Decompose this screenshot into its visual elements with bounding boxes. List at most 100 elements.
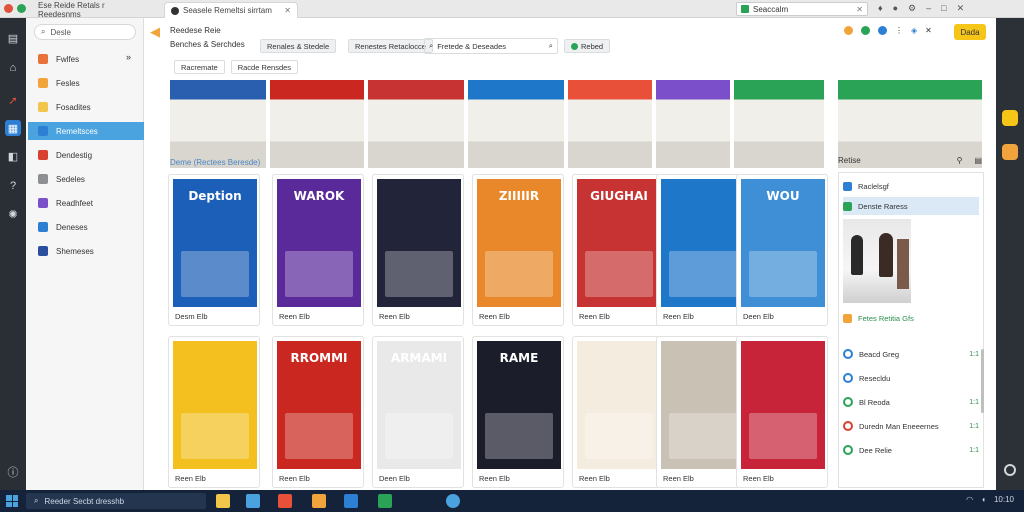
product-card[interactable]: ARMAMI Deen Elb	[372, 336, 464, 488]
close-icon[interactable]: ✕	[856, 5, 863, 14]
panel-list-item[interactable]: Resecldu	[843, 369, 979, 387]
panel-list-label: Beacd Greg	[859, 349, 900, 359]
wifi-icon[interactable]: ◠	[966, 495, 973, 504]
filter-button-2[interactable]: Renestes Retaclocce	[348, 39, 433, 53]
panel-item-1[interactable]: Raclelsgf	[843, 177, 979, 195]
taskbar-app-icon[interactable]	[278, 494, 292, 508]
taskbar-edge-icon[interactable]	[446, 494, 460, 508]
home-icon[interactable]: ⌂	[5, 60, 21, 76]
product-card[interactable]: WAROK Reen Elb	[272, 174, 364, 326]
product-card[interactable]: Reen Elb	[736, 336, 828, 488]
sidebar-item-4[interactable]: Dendestig	[28, 146, 144, 164]
store-thumbnail[interactable]	[568, 80, 652, 168]
online-icon[interactable]	[861, 26, 870, 35]
taskbar-store-icon[interactable]	[312, 494, 326, 508]
sun-icon[interactable]	[1002, 110, 1018, 126]
filter-button-1[interactable]: Renales & Stedele	[260, 39, 337, 53]
product-card[interactable]: ZIIIIIR Reen Elb	[472, 174, 564, 326]
panel-highlight[interactable]: Fetes Retitia Gfs	[843, 309, 979, 327]
pin-icon[interactable]: ⚲	[957, 156, 963, 165]
primary-action-button[interactable]: Dada	[954, 24, 986, 40]
bookmark-icon[interactable]: ◈	[911, 26, 917, 35]
sidebar-item-0[interactable]: Fwlfes	[28, 50, 144, 68]
product-card[interactable]: RAME Reen Elb	[472, 336, 564, 488]
store-thumbnail[interactable]	[270, 80, 364, 168]
store-thumbnail[interactable]	[468, 80, 564, 168]
check-icon[interactable]	[843, 373, 853, 383]
share-icon[interactable]	[878, 26, 887, 35]
help-icon[interactable]: ?	[5, 178, 21, 194]
store-thumbnail[interactable]	[734, 80, 824, 168]
panel-item-2[interactable]: Denste Raress	[843, 197, 979, 215]
panel-list-item[interactable]: Beacd Greg 1:1	[843, 345, 979, 363]
product-card[interactable]: GIUGHAI Reen Elb	[572, 174, 664, 326]
status-badge[interactable]: Rebed	[564, 39, 611, 53]
close-tab-icon[interactable]: ✕	[284, 6, 291, 15]
doc-icon[interactable]: ▤	[974, 156, 982, 165]
chip-2[interactable]: Racde Rensdes	[230, 60, 299, 74]
store-thumbnail[interactable]	[170, 80, 266, 168]
rocket-icon[interactable]: ➚	[5, 92, 21, 108]
sidebar-item-8[interactable]: Shemeses	[28, 242, 144, 260]
tab-2[interactable]: Seasele Remeltsi sirrtam ✕	[164, 2, 298, 18]
check-icon[interactable]	[843, 349, 853, 359]
settings-icon[interactable]: ⚙	[908, 3, 916, 14]
minimize-button[interactable]: –	[926, 3, 931, 14]
product-card[interactable]: WOU Deen Elb	[736, 174, 828, 326]
sidebar-item-2[interactable]: Fosadites	[28, 98, 144, 116]
volume-icon[interactable]: ◖	[981, 495, 986, 504]
tab-1[interactable]: Ese Reide Retals r Reedesnms	[32, 1, 152, 19]
check-icon[interactable]	[843, 445, 853, 455]
breadcrumb: Reedese Reie	[170, 26, 221, 35]
bell-icon[interactable]: ♦	[878, 3, 883, 14]
window-close-button[interactable]: ✕	[957, 3, 965, 14]
sidebar-item-7[interactable]: Deneses	[28, 218, 144, 236]
panel-list-item[interactable]: Bl Reoda 1:1	[843, 393, 979, 411]
taskbar-mail-icon[interactable]	[344, 494, 358, 508]
home-panel-icon[interactable]: ▤	[5, 30, 21, 46]
check-icon[interactable]	[843, 397, 853, 407]
menu-icon[interactable]: ⋮	[895, 26, 903, 35]
product-card[interactable]: Reen Elb	[572, 336, 664, 488]
start-button[interactable]	[6, 495, 18, 507]
taskbar-search[interactable]: ⌕ Reeder Secbt dresshb	[26, 493, 206, 509]
clock[interactable]: 10:10	[994, 495, 1014, 504]
back-icon[interactable]: ◀	[150, 24, 160, 40]
chart-icon[interactable]: ▦	[5, 120, 21, 136]
product-card[interactable]: RROMMI Reen Elb	[272, 336, 364, 488]
taskbar-browser-icon[interactable]	[246, 494, 260, 508]
chip-1[interactable]: Racremate	[174, 60, 225, 74]
product-card[interactable]: Reen Elb	[168, 336, 260, 488]
maximize-button[interactable]: □	[941, 3, 946, 14]
store-thumbnail[interactable]	[368, 80, 464, 168]
panel-scrollbar[interactable]	[981, 349, 984, 413]
alert-icon[interactable]	[1002, 144, 1018, 160]
layers-icon[interactable]: ◧	[5, 148, 21, 164]
sidebar-item-3[interactable]: Remeltsces	[28, 122, 144, 140]
info-icon[interactable]: ⓘ	[5, 464, 21, 480]
product-illustration	[385, 251, 453, 297]
product-card[interactable]: Reen Elb	[656, 336, 748, 488]
taskbar-explorer-icon[interactable]	[216, 494, 230, 508]
taskbar-sheets-icon[interactable]	[378, 494, 392, 508]
panel-list-item[interactable]: Duredn Man Eneeernes 1:1	[843, 417, 979, 435]
power-icon[interactable]	[1004, 464, 1016, 476]
extensions-icon[interactable]: ●	[893, 3, 898, 14]
sidebar-item-5[interactable]: Sedeles	[28, 170, 144, 188]
notification-icon[interactable]	[844, 26, 853, 35]
gear-icon[interactable]: ✺	[5, 206, 21, 222]
main-search-input[interactable]: ⌕ Fretede & Deseades ⌕	[424, 38, 558, 54]
product-card[interactable]: Deption Desm Elb	[168, 174, 260, 326]
sidebar-search[interactable]: ⌕ Desle	[34, 24, 136, 40]
product-card[interactable]: Reen Elb	[372, 174, 464, 326]
product-card[interactable]: Reen Elb	[656, 174, 748, 326]
sidebar-item-1[interactable]: Fesles	[28, 74, 144, 92]
sidebar-item-6[interactable]: Readhfeet	[28, 194, 144, 212]
check-icon[interactable]	[843, 421, 853, 431]
store-thumbnail[interactable]	[838, 80, 982, 168]
address-bar[interactable]: Seaccalm ✕	[736, 2, 868, 16]
close-panel-icon[interactable]: ✕	[925, 26, 932, 35]
store-thumbnail[interactable]	[656, 80, 730, 168]
panel-list-item[interactable]: Dee Relie 1:1	[843, 441, 979, 459]
search-submit-icon[interactable]: ⌕	[549, 41, 553, 51]
